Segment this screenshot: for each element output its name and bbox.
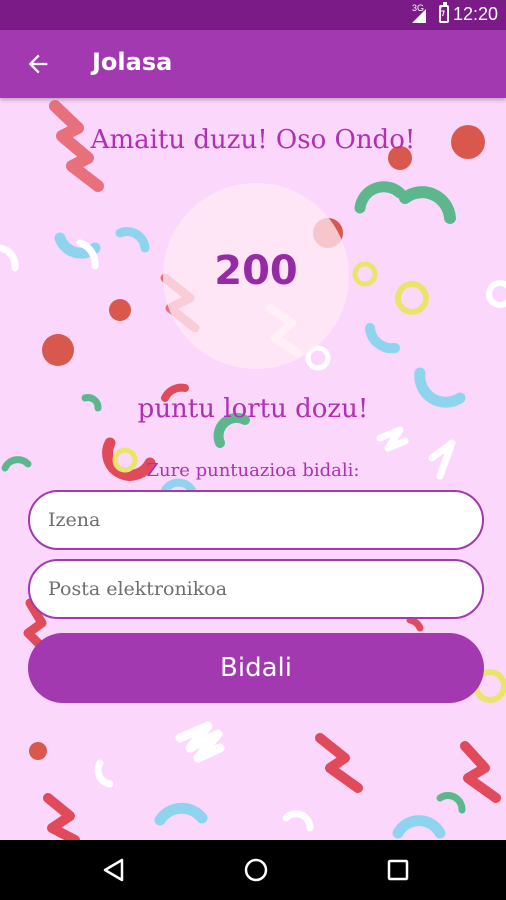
status-bar: 3G 12:20 — [0, 0, 506, 30]
app-bar: Jolasa — [0, 30, 506, 98]
square-recents-icon[interactable] — [380, 852, 416, 888]
battery-charging-icon — [438, 2, 449, 23]
name-input[interactable] — [28, 490, 484, 550]
signal-icon — [412, 9, 426, 23]
clock: 12:20 — [452, 4, 498, 24]
circle-home-icon[interactable] — [238, 852, 274, 888]
triangle-back-icon[interactable] — [96, 852, 132, 888]
score-value: 200 — [214, 248, 298, 294]
navigation-bar — [0, 840, 506, 900]
send-button[interactable]: Bidali — [28, 633, 484, 703]
email-input[interactable] — [28, 559, 484, 619]
arrow-left-icon[interactable] — [24, 50, 52, 78]
points-caption: puntu lortu dozu! — [137, 394, 369, 424]
app-title: Jolasa — [92, 48, 173, 76]
result-headline: Amaitu duzu! Oso Ondo! — [90, 125, 416, 155]
submit-score-label: Zure puntuazioa bidali: — [146, 460, 360, 481]
